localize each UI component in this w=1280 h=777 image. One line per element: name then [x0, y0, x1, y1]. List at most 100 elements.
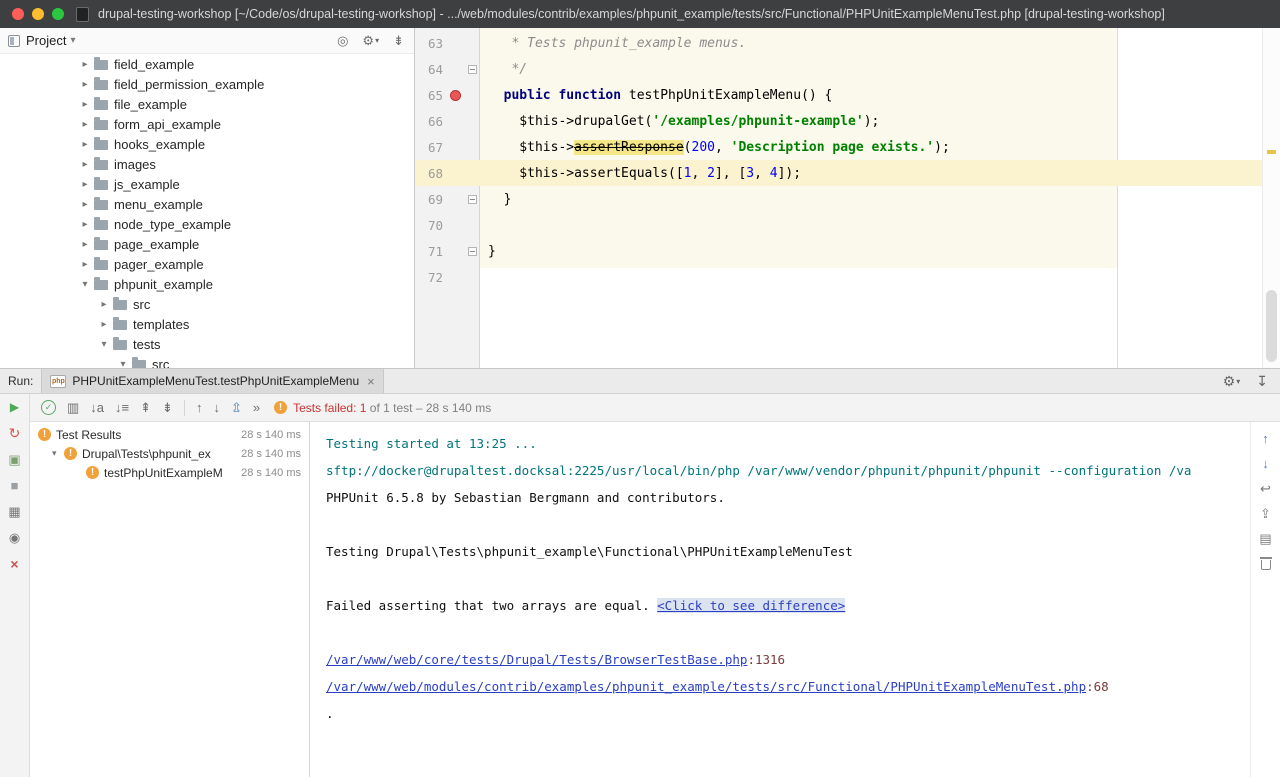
- clear-console-icon[interactable]: [1261, 560, 1271, 570]
- chevron-down-icon[interactable]: ▾: [116, 359, 130, 369]
- code-line[interactable]: 68 $this->assertEquals([1, 2], [3, 4]);: [415, 160, 1262, 186]
- close-window-button[interactable]: [12, 8, 24, 20]
- chevron-down-icon[interactable]: ▾: [70, 35, 75, 46]
- toggle-auto-test-icon[interactable]: ▣: [8, 453, 20, 466]
- chevron-right-icon[interactable]: ▸: [78, 139, 92, 150]
- chevron-right-icon[interactable]: ▸: [78, 199, 92, 210]
- fold-marker-icon[interactable]: [468, 247, 477, 256]
- show-ignored-icon[interactable]: ▥: [67, 401, 79, 414]
- project-tree-item[interactable]: ▸templates: [0, 314, 414, 334]
- collapse-all-icon[interactable]: ⇟: [393, 33, 404, 49]
- project-tree-item[interactable]: ▸menu_example: [0, 194, 414, 214]
- project-tree-item[interactable]: ▸field_example: [0, 54, 414, 74]
- code-line[interactable]: 63 * Tests phpunit_example menus.: [415, 30, 1262, 56]
- next-failed-test-icon[interactable]: ↓: [213, 401, 220, 414]
- stop-icon[interactable]: ■: [11, 479, 19, 492]
- chevron-down-icon[interactable]: ▾: [52, 448, 64, 459]
- code-line[interactable]: 64 */: [415, 56, 1262, 82]
- code-line[interactable]: 72: [415, 264, 1262, 290]
- file-link[interactable]: /var/www/web/core/tests/Drupal/Tests/Bro…: [326, 652, 747, 667]
- gutter-cell[interactable]: 68: [415, 160, 480, 186]
- chevron-right-icon[interactable]: ▸: [78, 119, 92, 130]
- chevron-right-icon[interactable]: ▸: [78, 79, 92, 90]
- close-tab-icon[interactable]: ×: [367, 374, 375, 389]
- locate-file-icon[interactable]: ◎: [337, 33, 348, 49]
- test-tree-item[interactable]: !testPhpUnitExampleM28 s 140 ms: [30, 463, 309, 482]
- project-tree-item[interactable]: ▸page_example: [0, 234, 414, 254]
- down-stacktrace-icon[interactable]: ↓: [1262, 457, 1269, 470]
- expand-all-icon[interactable]: ⇞: [140, 401, 151, 414]
- up-stacktrace-icon[interactable]: ↑: [1262, 432, 1269, 445]
- chevron-right-icon[interactable]: ▸: [78, 59, 92, 70]
- collapse-all-icon[interactable]: ⇟: [162, 401, 173, 414]
- gutter-cell[interactable]: 69: [415, 186, 480, 212]
- chevron-down-icon[interactable]: ▾: [78, 279, 92, 290]
- project-tree-item[interactable]: ▾phpunit_example: [0, 274, 414, 294]
- gutter-cell[interactable]: 66: [415, 108, 480, 134]
- gutter-cell[interactable]: 64: [415, 56, 480, 82]
- project-tree-item[interactable]: ▸js_example: [0, 174, 414, 194]
- chevron-right-icon[interactable]: ▸: [97, 319, 111, 330]
- close-icon[interactable]: ×: [10, 557, 18, 571]
- chevron-right-icon[interactable]: ▸: [78, 179, 92, 190]
- project-settings-button[interactable]: ⚙▾: [362, 33, 379, 49]
- code-line[interactable]: 67 $this->assertResponse(200, 'Descripti…: [415, 134, 1262, 160]
- chevron-right-icon[interactable]: ▸: [78, 259, 92, 270]
- project-tree-item[interactable]: ▸field_permission_example: [0, 74, 414, 94]
- code-line[interactable]: 69 }: [415, 186, 1262, 212]
- code-editor[interactable]: 63 * Tests phpunit_example menus.64 */65…: [415, 28, 1280, 368]
- project-tree-item[interactable]: ▸file_example: [0, 94, 414, 114]
- warning-stripe-mark[interactable]: [1267, 150, 1276, 154]
- project-tree-item[interactable]: ▾src: [0, 354, 414, 368]
- chevron-right-icon[interactable]: ▸: [78, 159, 92, 170]
- zoom-window-button[interactable]: [52, 8, 64, 20]
- export-icon[interactable]: ⇪: [1260, 507, 1271, 520]
- import-test-results-icon[interactable]: ⇫: [231, 401, 242, 414]
- run-test-gutter-icon[interactable]: [450, 90, 461, 101]
- pin-tab-icon[interactable]: ◉: [9, 531, 20, 544]
- print-icon[interactable]: ▤: [1259, 532, 1271, 545]
- test-tree-item[interactable]: ▾!Drupal\Tests\phpunit_ex28 s 140 ms: [30, 444, 309, 463]
- project-tree-item[interactable]: ▾tests: [0, 334, 414, 354]
- project-tree-item[interactable]: ▸images: [0, 154, 414, 174]
- chevron-right-icon[interactable]: ▸: [97, 299, 111, 310]
- hide-panel-icon[interactable]: ↧: [1256, 373, 1268, 390]
- project-tree-item[interactable]: ▸hooks_example: [0, 134, 414, 154]
- show-passed-icon[interactable]: ✓: [41, 400, 56, 415]
- test-tree-item[interactable]: !Test Results28 s 140 ms: [30, 425, 309, 444]
- scrollbar-thumb[interactable]: [1266, 290, 1277, 362]
- project-tree-item[interactable]: ▸src: [0, 294, 414, 314]
- gutter-cell[interactable]: 67: [415, 134, 480, 160]
- project-tree-item[interactable]: ▸form_api_example: [0, 114, 414, 134]
- chevron-down-icon[interactable]: ▾: [97, 339, 111, 350]
- rerun-test-icon[interactable]: ▶: [10, 401, 19, 413]
- run-tab[interactable]: php PHPUnitExampleMenuTest.testPhpUnitEx…: [41, 369, 383, 393]
- run-settings-button[interactable]: ⚙▾: [1223, 373, 1241, 390]
- fold-marker-icon[interactable]: [468, 65, 477, 74]
- code-line[interactable]: 71}: [415, 238, 1262, 264]
- chevron-right-icon[interactable]: ▸: [78, 99, 92, 110]
- code-line[interactable]: 70: [415, 212, 1262, 238]
- chevron-right-icon[interactable]: ▸: [78, 219, 92, 230]
- gutter-cell[interactable]: 72: [415, 264, 480, 290]
- rerun-failed-tests-icon[interactable]: ↻: [9, 426, 21, 440]
- chevron-right-icon[interactable]: ▸: [78, 239, 92, 250]
- fold-marker-icon[interactable]: [468, 195, 477, 204]
- gutter-cell[interactable]: 65: [415, 82, 480, 108]
- restore-layout-icon[interactable]: ▦: [8, 505, 20, 518]
- gutter-cell[interactable]: 71: [415, 238, 480, 264]
- previous-failed-test-icon[interactable]: ↑: [196, 401, 203, 414]
- code-line[interactable]: 66 $this->drupalGet('/examples/phpunit-e…: [415, 108, 1262, 134]
- jump-to-trace-icon[interactable]: ↩: [1260, 482, 1271, 495]
- code-line[interactable]: 65 public function testPhpUnitExampleMen…: [415, 82, 1262, 108]
- project-tree-item[interactable]: ▸node_type_example: [0, 214, 414, 234]
- project-tree-item[interactable]: ▸pager_example: [0, 254, 414, 274]
- gutter-cell[interactable]: 63: [415, 30, 480, 56]
- editor-scrollbar[interactable]: [1262, 28, 1280, 368]
- gutter-cell[interactable]: 70: [415, 212, 480, 238]
- test-console-output[interactable]: Testing started at 13:25 ...sftp://docke…: [310, 422, 1250, 777]
- diff-link[interactable]: <Click to see difference>: [657, 598, 845, 613]
- project-panel-title[interactable]: Project: [26, 33, 66, 48]
- sort-by-duration-icon[interactable]: ↓≡: [115, 401, 129, 414]
- more-options-icon[interactable]: »: [253, 401, 260, 414]
